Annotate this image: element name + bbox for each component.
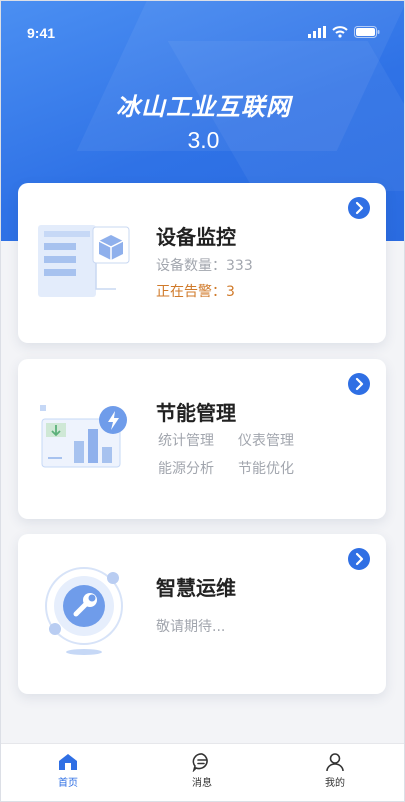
chevron-right-icon[interactable] xyxy=(348,548,370,570)
card-title: 智慧运维 xyxy=(156,576,236,600)
app-version: 3.0 xyxy=(187,127,220,153)
link-statistics[interactable]: 统计管理 xyxy=(158,430,238,450)
card-title: 设备监控 xyxy=(156,225,236,249)
card-title: 节能管理 xyxy=(156,401,236,425)
tab-label: 首页 xyxy=(58,778,78,789)
device-monitor-card[interactable]: 设备监控 设备数量：333 正在告警：3 xyxy=(18,183,386,343)
message-icon xyxy=(192,753,208,772)
status-bar: 9:41 xyxy=(1,1,404,45)
link-energy-analysis[interactable]: 能源分析 xyxy=(158,458,238,478)
maintenance-illustration xyxy=(36,564,146,674)
alarm-count[interactable]: 正在告警：3 xyxy=(156,281,235,301)
tab-home[interactable]: 首页 xyxy=(38,752,98,789)
status-icons xyxy=(308,26,380,38)
signal-icon xyxy=(308,26,326,38)
tab-label: 消息 xyxy=(192,778,212,789)
link-energy-optimization[interactable]: 节能优化 xyxy=(238,458,328,478)
chevron-right-icon[interactable] xyxy=(348,197,370,219)
coming-soon-text: 敬请期待... xyxy=(156,619,226,635)
app-title: 冰山工业互联网 xyxy=(116,93,291,121)
battery-icon xyxy=(354,26,380,38)
device-monitor-illustration xyxy=(36,213,146,323)
energy-links: 统计管理 仪表管理 能源分析 节能优化 xyxy=(158,430,358,478)
wifi-icon xyxy=(332,26,348,38)
status-time: 9:41 xyxy=(27,25,56,41)
link-meters[interactable]: 仪表管理 xyxy=(238,430,328,450)
energy-illustration xyxy=(36,389,146,499)
energy-management-card[interactable]: 节能管理 统计管理 仪表管理 能源分析 节能优化 xyxy=(18,359,386,519)
device-count: 设备数量：333 xyxy=(156,258,253,274)
tab-label: 我的 xyxy=(325,778,345,789)
tab-profile[interactable]: 我的 xyxy=(305,752,365,789)
smart-maintenance-card[interactable]: 智慧运维 敬请期待... xyxy=(18,534,386,694)
app-screen: 9:41 冰山工业互联网 3.0 设备监控 设备数量：333 正在告警：3 节能… xyxy=(0,0,405,802)
chevron-right-icon[interactable] xyxy=(348,373,370,395)
user-icon xyxy=(326,753,344,772)
bottom-tab-bar: 首页 消息 我的 xyxy=(1,743,404,801)
tab-messages[interactable]: 消息 xyxy=(172,752,232,789)
home-icon xyxy=(59,754,77,770)
